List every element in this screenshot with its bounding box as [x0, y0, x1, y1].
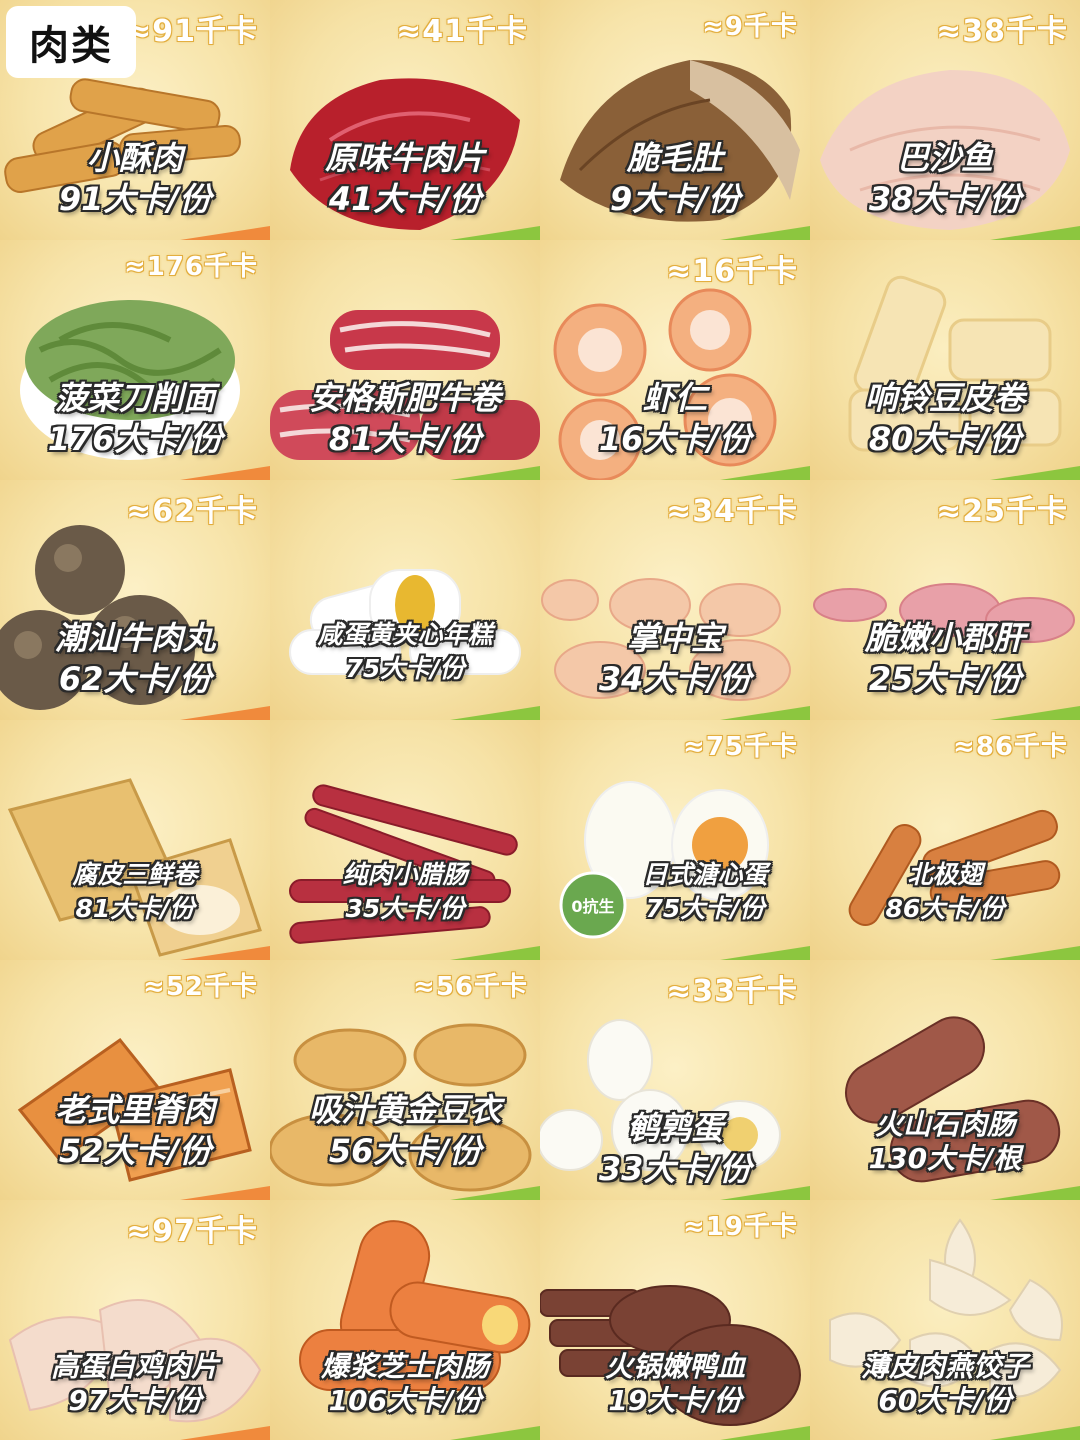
food-card: 响铃豆皮卷 80大卡/份 — [810, 240, 1080, 480]
food-name: 腐皮三鲜卷 — [72, 860, 198, 889]
calorie-per-serving: 81大卡/份 — [328, 420, 482, 458]
calorie-per-serving: 9大卡/份 — [610, 180, 740, 218]
food-card: ≈176千卡 菠菜刀削面 176大卡/份 — [0, 240, 270, 480]
food-card: 火山石肉肠 130大卡/根 — [810, 960, 1080, 1200]
calorie-per-serving: 86大卡/份 — [885, 894, 1005, 923]
kcal-label: ≈33千卡 — [666, 974, 798, 1009]
food-name: 北极翅 — [907, 860, 983, 889]
food-name: 吸汁黄金豆衣 — [308, 1091, 501, 1129]
food-card: ≈52千卡 老式里脊肉 52大卡/份 — [0, 960, 270, 1200]
food-card: 0抗生 ≈75千卡 日式溏心蛋 75大卡/份 — [540, 720, 810, 960]
food-card: ≈86千卡 北极翅 86大卡/份 — [810, 720, 1080, 960]
calorie-per-serving: 60大卡/份 — [878, 1384, 1012, 1417]
calorie-per-serving: 41大卡/份 — [328, 180, 482, 218]
kcal-label: ≈97千卡 — [126, 1214, 258, 1249]
calorie-per-serving: 97大卡/份 — [68, 1384, 202, 1417]
food-card: 安格斯肥牛卷 81大卡/份 — [270, 240, 540, 480]
food-name: 高蛋白鸡肉片 — [50, 1350, 219, 1383]
calorie-per-serving: 62大卡/份 — [58, 660, 212, 698]
calorie-per-serving: 106大卡/份 — [328, 1384, 482, 1417]
food-name: 虾仁 — [642, 379, 707, 417]
food-card: ≈25千卡 脆嫩小郡肝 25大卡/份 — [810, 480, 1080, 720]
food-card: ≈41千卡 原味牛肉片 41大卡/份 — [270, 0, 540, 240]
food-name: 火锅嫩鸭血 — [604, 1350, 745, 1383]
food-card: ≈62千卡 潮汕牛肉丸 62大卡/份 — [0, 480, 270, 720]
calorie-per-serving: 33大卡/份 — [598, 1150, 752, 1188]
calorie-per-serving: 80大卡/份 — [868, 420, 1022, 458]
kcal-label: ≈52千卡 — [143, 972, 258, 1002]
food-card: ≈19千卡 火锅嫩鸭血 19大卡/份 — [540, 1200, 810, 1440]
calorie-per-serving: 16大卡/份 — [598, 420, 752, 458]
food-name: 老式里脊肉 — [54, 1091, 215, 1129]
food-name: 响铃豆皮卷 — [864, 379, 1025, 417]
kcal-label: ≈38千卡 — [936, 14, 1068, 49]
kcal-label: ≈16千卡 — [666, 254, 798, 289]
calorie-per-serving: 91大卡/份 — [58, 180, 212, 218]
food-name: 爆浆芝士肉肠 — [320, 1350, 489, 1383]
food-name: 脆毛肚 — [626, 139, 723, 177]
kcal-label: ≈34千卡 — [666, 494, 798, 529]
food-name: 日式溏心蛋 — [642, 860, 768, 889]
food-name: 安格斯肥牛卷 — [308, 379, 501, 417]
food-card: 纯肉小腊肠 35大卡/份 — [270, 720, 540, 960]
category-label: 肉类 — [29, 23, 113, 69]
kcal-label: ≈41千卡 — [396, 14, 528, 49]
calorie-per-serving: 19大卡/份 — [608, 1384, 742, 1417]
food-name: 原味牛肉片 — [324, 139, 485, 177]
calorie-per-serving: 38大卡/份 — [868, 180, 1022, 218]
food-card: ≈16千卡 虾仁 16大卡/份 — [540, 240, 810, 480]
food-card: ≈56千卡 吸汁黄金豆衣 56大卡/份 — [270, 960, 540, 1200]
calorie-per-serving: 75大卡/份 — [345, 654, 465, 683]
food-name: 脆嫩小郡肝 — [864, 619, 1025, 657]
kcal-label: ≈9千卡 — [702, 12, 798, 42]
food-card: ≈9千卡 脆毛肚 9大卡/份 — [540, 0, 810, 240]
food-name: 薄皮肉燕饺子 — [860, 1350, 1029, 1383]
food-name: 鹌鹑蛋 — [626, 1109, 723, 1147]
food-card: 腐皮三鲜卷 81大卡/份 — [0, 720, 270, 960]
calorie-per-serving: 34大卡/份 — [598, 660, 752, 698]
kcal-label: ≈176千卡 — [123, 252, 258, 282]
calorie-per-serving: 75大卡/份 — [645, 894, 765, 923]
calorie-per-serving: 56大卡/份 — [328, 1132, 482, 1170]
food-card: ≈33千卡 鹌鹑蛋 33大卡/份 — [540, 960, 810, 1200]
food-name: 巴沙鱼 — [896, 139, 993, 177]
food-name: 纯肉小腊肠 — [342, 860, 468, 889]
calorie-per-serving: 130大卡/根 — [868, 1142, 1022, 1175]
food-card: ≈34千卡 掌中宝 34大卡/份 — [540, 480, 810, 720]
kcal-label: ≈56千卡 — [413, 972, 528, 1002]
calorie-per-serving: 81大卡/份 — [75, 894, 195, 923]
kcal-label: ≈19千卡 — [683, 1212, 798, 1242]
food-name: 掌中宝 — [626, 619, 723, 657]
food-card: 咸蛋黄夹心年糕 75大卡/份 — [270, 480, 540, 720]
kcal-label: ≈75千卡 — [683, 732, 798, 762]
food-card: ≈38千卡 巴沙鱼 38大卡/份 — [810, 0, 1080, 240]
calorie-per-serving: 35大卡/份 — [345, 894, 465, 923]
food-name: 潮汕牛肉丸 — [54, 619, 215, 657]
food-name: 小酥肉 — [86, 139, 183, 177]
kcal-label: ≈86千卡 — [953, 732, 1068, 762]
category-tag: 肉类 — [6, 6, 136, 78]
food-card: ≈97千卡 高蛋白鸡肉片 97大卡/份 — [0, 1200, 270, 1440]
kcal-label: ≈62千卡 — [126, 494, 258, 529]
food-name: 菠菜刀削面 — [54, 379, 215, 417]
calorie-per-serving: 25大卡/份 — [868, 660, 1022, 698]
food-name: 咸蛋黄夹心年糕 — [317, 620, 493, 649]
calorie-per-serving: 52大卡/份 — [58, 1132, 212, 1170]
kcal-label: ≈25千卡 — [936, 494, 1068, 529]
food-grid: ≈91千卡 小酥肉 91大卡/份 ≈41千卡 原味牛肉片 41大卡/份 ≈9千卡 脆… — [0, 0, 1080, 1440]
food-card: 爆浆芝士肉肠 106大卡/份 — [270, 1200, 540, 1440]
calorie-per-serving: 176大卡/份 — [47, 420, 223, 458]
food-name: 火山石肉肠 — [874, 1108, 1015, 1141]
kcal-label: ≈91千卡 — [126, 14, 258, 49]
food-card: 薄皮肉燕饺子 60大卡/份 — [810, 1200, 1080, 1440]
